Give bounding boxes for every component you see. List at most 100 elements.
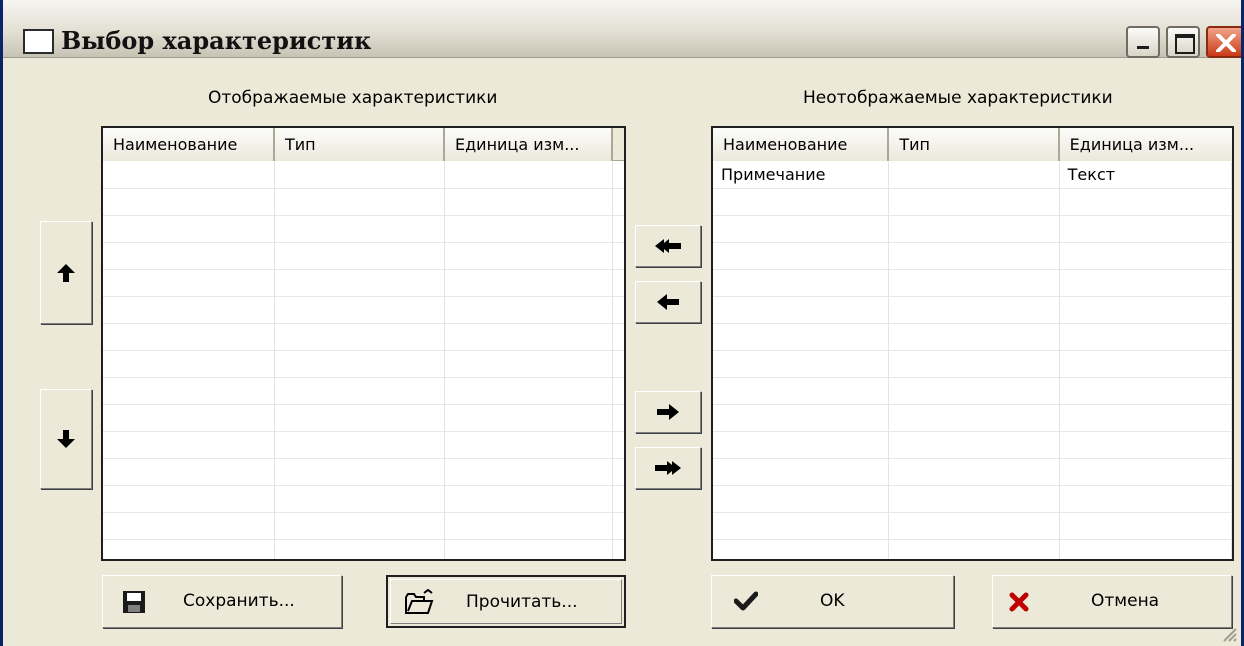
table-row[interactable]: [713, 189, 1232, 216]
title-bar[interactable]: Выбор характеристик: [3, 0, 1241, 58]
ok-button-label: OK: [820, 591, 845, 611]
table-cell: [889, 216, 1060, 243]
table-cell: [713, 405, 890, 432]
table-row[interactable]: [713, 405, 1232, 432]
table-row[interactable]: [713, 513, 1232, 540]
move-all-right-button[interactable]: [635, 447, 701, 489]
red-x-icon: [1009, 592, 1029, 612]
table-row[interactable]: [103, 513, 624, 540]
table-cell: [103, 432, 275, 459]
table-cell: [445, 216, 613, 243]
table-cell: [275, 324, 445, 351]
move-right-button[interactable]: [635, 391, 701, 433]
table-cell: [1060, 540, 1232, 559]
close-button[interactable]: [1206, 26, 1241, 58]
list-body[interactable]: [103, 162, 624, 559]
table-row[interactable]: [103, 486, 624, 513]
table-cell: [889, 486, 1060, 513]
column-header-unit[interactable]: Единица изм...: [445, 128, 613, 161]
table-row[interactable]: [103, 378, 624, 405]
table-cell: [713, 513, 890, 540]
table-row[interactable]: [103, 432, 624, 459]
load-button-label: Прочитать...: [466, 592, 578, 612]
table-row[interactable]: [103, 297, 624, 324]
table-cell: [275, 270, 445, 297]
table-cell: [103, 243, 275, 270]
table-row[interactable]: [713, 486, 1232, 513]
table-cell: [1060, 432, 1232, 459]
table-cell: [275, 162, 445, 189]
maximize-button[interactable]: [1166, 26, 1200, 58]
save-button[interactable]: Сохранить...: [102, 575, 342, 628]
table-cell: [1060, 405, 1232, 432]
table-row[interactable]: [713, 459, 1232, 486]
table-row[interactable]: [713, 432, 1232, 459]
table-row[interactable]: [103, 189, 624, 216]
table-cell: [275, 189, 445, 216]
move-up-button[interactable]: [40, 221, 92, 324]
table-row[interactable]: [103, 351, 624, 378]
table-row[interactable]: [713, 297, 1232, 324]
table-row[interactable]: [713, 540, 1232, 559]
cancel-button-label: Отмена: [1091, 591, 1160, 611]
column-header-type[interactable]: Тип: [275, 128, 445, 161]
ok-button[interactable]: OK: [711, 575, 954, 628]
table-cell: [103, 162, 275, 189]
table-row[interactable]: [103, 243, 624, 270]
move-all-left-button[interactable]: [635, 225, 701, 267]
table-cell: [889, 459, 1060, 486]
list-body[interactable]: Примечание Текст: [713, 162, 1232, 559]
table-cell: [103, 378, 275, 405]
table-row[interactable]: [103, 459, 624, 486]
table-cell: [1060, 378, 1232, 405]
table-row[interactable]: Примечание Текст: [713, 162, 1232, 189]
column-header-unit[interactable]: Единица изм...: [1059, 128, 1232, 161]
minimize-button[interactable]: [1126, 26, 1160, 58]
table-cell: [445, 243, 613, 270]
table-row[interactable]: [103, 324, 624, 351]
table-cell: [275, 513, 445, 540]
table-row[interactable]: [713, 216, 1232, 243]
arrow-right-icon: [657, 404, 679, 420]
column-header-type[interactable]: Тип: [889, 128, 1060, 161]
table-row[interactable]: [713, 378, 1232, 405]
displayed-characteristics-list[interactable]: Наименование Тип Единица изм...: [101, 126, 626, 561]
table-row[interactable]: [103, 540, 624, 559]
table-row[interactable]: [103, 216, 624, 243]
cancel-button[interactable]: Отмена: [992, 575, 1232, 628]
column-header-name[interactable]: Наименование: [103, 128, 275, 161]
table-cell: [889, 297, 1060, 324]
load-button[interactable]: Прочитать...: [386, 575, 626, 628]
table-row[interactable]: [103, 162, 624, 189]
table-row[interactable]: [713, 243, 1232, 270]
table-row[interactable]: [713, 270, 1232, 297]
table-row[interactable]: [713, 351, 1232, 378]
table-cell: [1060, 486, 1232, 513]
table-cell: [713, 351, 890, 378]
table-row[interactable]: [103, 270, 624, 297]
close-icon: [1216, 34, 1236, 52]
hidden-characteristics-caption: Неотображаемые характеристики: [803, 88, 1113, 108]
column-header-name[interactable]: Наименование: [713, 128, 890, 161]
hidden-characteristics-list[interactable]: Наименование Тип Единица изм... Примечан…: [711, 126, 1234, 561]
table-cell: [1060, 459, 1232, 486]
table-cell: [1060, 324, 1232, 351]
table-cell: [445, 378, 613, 405]
table-cell: [275, 459, 445, 486]
list-header: Наименование Тип Единица изм...: [713, 128, 1232, 161]
arrow-up-icon: [57, 263, 75, 282]
table-cell: [713, 378, 890, 405]
dialog-window: Выбор характеристик Отображаемые характе…: [0, 0, 1244, 646]
table-cell: [445, 513, 613, 540]
table-cell: [1060, 189, 1232, 216]
table-row[interactable]: [713, 324, 1232, 351]
move-down-button[interactable]: [40, 389, 92, 489]
window-icon: [23, 29, 54, 54]
table-row[interactable]: [103, 405, 624, 432]
move-left-button[interactable]: [635, 281, 701, 323]
table-cell: [889, 243, 1060, 270]
resize-grip-icon[interactable]: [1219, 624, 1237, 642]
table-cell: [445, 324, 613, 351]
list-header: Наименование Тип Единица изм...: [103, 128, 624, 161]
table-cell: [713, 540, 890, 559]
